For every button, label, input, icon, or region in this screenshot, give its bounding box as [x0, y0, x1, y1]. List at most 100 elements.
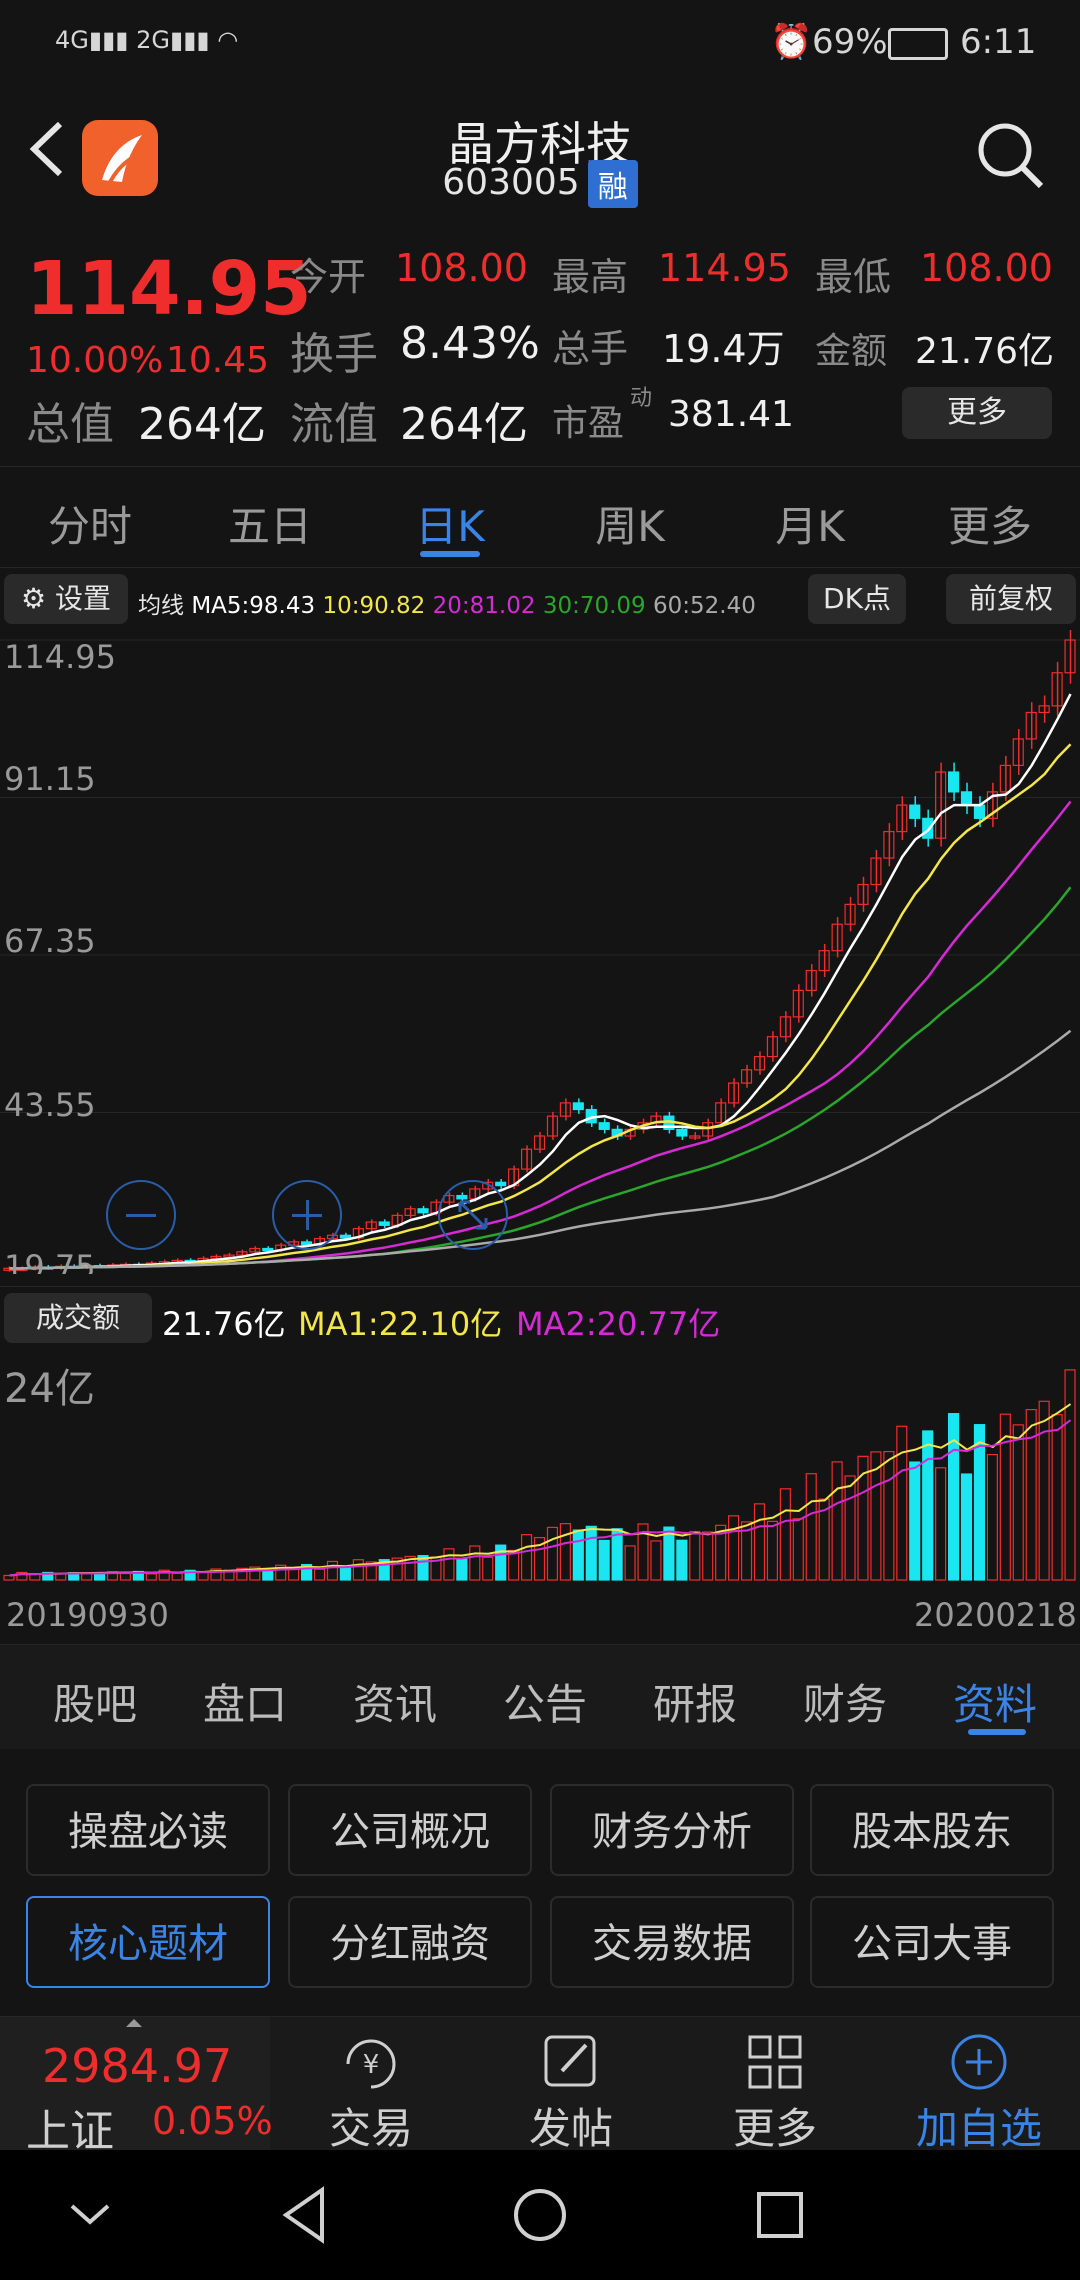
volume-bar — [1012, 1424, 1024, 1581]
adjust-button[interactable]: 前复权 — [946, 574, 1076, 624]
nav-collapse-icon[interactable] — [60, 2190, 120, 2240]
post-icon[interactable] — [540, 2031, 602, 2093]
ma10-value: 10:90.82 — [322, 593, 426, 619]
add-watchlist-icon[interactable] — [946, 2029, 1012, 2095]
volume-bar — [624, 1545, 636, 1581]
more-grid-icon[interactable] — [744, 2031, 806, 2093]
volume-bar — [598, 1539, 610, 1581]
amount-value: 21.76亿 — [915, 331, 1055, 372]
volume-bar — [1051, 1414, 1063, 1581]
trade-icon[interactable]: ¥ — [336, 2029, 406, 2099]
ma-values: 均线 MA5:98.43 10:90.82 20:81.02 30:70.09 … — [138, 586, 756, 620]
candle-body — [676, 1128, 688, 1137]
zoom-out-icon[interactable] — [106, 1180, 176, 1250]
card-company-overview[interactable]: 公司概况 — [288, 1784, 532, 1876]
add-watchlist-label[interactable]: 加自选 — [904, 2095, 1054, 2156]
volume-bar — [29, 1573, 41, 1581]
card-dividends[interactable]: 分红融资 — [288, 1896, 532, 1988]
volume-type-button[interactable]: 成交额 — [4, 1293, 152, 1343]
tab-research[interactable]: 研报 — [630, 1671, 760, 1732]
index-change: 0.05% — [152, 2099, 273, 2143]
volume-bar — [753, 1503, 766, 1581]
tab-daily-k[interactable]: 日K — [390, 493, 510, 554]
ma10-line — [9, 743, 1072, 1270]
price-axis-label: 43.55 — [4, 1086, 96, 1124]
mktcap-value: 264亿 — [138, 399, 266, 450]
turnover-label: 换手 — [290, 329, 378, 380]
card-shareholders[interactable]: 股本股东 — [810, 1784, 1054, 1876]
price-axis-label: 114.95 — [4, 638, 116, 676]
dk-point-button[interactable]: DK点 — [808, 574, 906, 624]
tab-news[interactable]: 资讯 — [330, 1671, 460, 1732]
volume-bar — [986, 1453, 998, 1581]
price-axis-label: 67.35 — [4, 922, 96, 960]
candle-body — [948, 771, 960, 793]
clock: 6:11 — [960, 22, 1037, 62]
search-icon[interactable] — [975, 120, 1045, 190]
card-company-events[interactable]: 公司大事 — [810, 1896, 1054, 1988]
zoom-in-icon[interactable] — [272, 1180, 342, 1250]
tab-timeshare[interactable]: 分时 — [30, 493, 150, 554]
candle-body — [262, 1247, 274, 1252]
volume-bar — [676, 1539, 688, 1581]
fullscreen-icon[interactable] — [438, 1180, 508, 1250]
tab-announcements[interactable]: 公告 — [480, 1671, 610, 1732]
volume-bar — [339, 1567, 351, 1581]
candle-body — [572, 1102, 584, 1111]
volume-amount: 21.76亿 — [162, 1305, 286, 1343]
change-value: 10.45 — [166, 340, 270, 381]
open-label: 今开 — [290, 255, 367, 299]
candle-body — [417, 1208, 429, 1214]
status-bar: 4G▮▮▮ 2G▮▮▮ ◠ ⏰ 69% 6:11 — [0, 0, 1080, 90]
volume-bar — [689, 1530, 701, 1581]
tab-forum[interactable]: 股吧 — [30, 1671, 160, 1732]
volume-bar — [559, 1523, 571, 1581]
tab-more-periods[interactable]: 更多 — [930, 493, 1050, 554]
tab-profile[interactable]: 资料 — [930, 1671, 1060, 1732]
tab-finance[interactable]: 财务 — [780, 1671, 910, 1732]
info-cards: 操盘必读 公司概况 财务分析 股本股东 核心题材 分红融资 交易数据 公司大事 — [0, 1752, 1080, 2016]
tab-five-day[interactable]: 五日 — [210, 493, 330, 554]
volume-bar — [352, 1559, 364, 1581]
bottom-bar: 2984.97 上证 0.05% ¥ 交易 发帖 更多 加自选 — [0, 2016, 1080, 2157]
battery-percent: 69% — [812, 22, 888, 62]
stock-code: 603005 — [442, 162, 580, 203]
volume-bar — [611, 1528, 623, 1581]
volume-bar — [443, 1548, 455, 1581]
volume-bar — [546, 1526, 559, 1581]
card-trading-data[interactable]: 交易数据 — [550, 1896, 794, 1988]
ma-legend-bar: ⚙ 设置 均线 MA5:98.43 10:90.82 20:81.02 30:7… — [0, 570, 1080, 630]
volume-bar — [119, 1572, 131, 1581]
volume-bar — [948, 1413, 960, 1581]
volume-chart[interactable]: 24亿 — [0, 1350, 1080, 1585]
date-end: 20200218 — [914, 1596, 1077, 1634]
card-core-themes[interactable]: 核心题材 — [26, 1896, 270, 1988]
open-value: 108.00 — [395, 246, 528, 290]
card-trading-guide[interactable]: 操盘必读 — [26, 1784, 270, 1876]
post-label[interactable]: 发帖 — [496, 2095, 646, 2156]
card-financial-analysis[interactable]: 财务分析 — [550, 1784, 794, 1876]
volume-bar — [1064, 1369, 1076, 1581]
tab-weekly-k[interactable]: 周K — [570, 493, 690, 554]
nav-recent-icon[interactable] — [745, 2180, 815, 2250]
price-axis-label: 19.75 — [4, 1248, 96, 1274]
index-ticker[interactable]: 2984.97 上证 0.05% — [0, 2017, 273, 2157]
candle-body — [339, 1234, 351, 1239]
kline-chart[interactable]: 114.95 91.15 67.35 43.55 19.75 — [0, 628, 1080, 1282]
volume-ma2: MA2:20.77亿 — [516, 1305, 721, 1343]
trade-label[interactable]: 交易 — [296, 2095, 446, 2156]
price-axis-label: 91.15 — [4, 760, 96, 798]
date-start: 20190930 — [6, 1596, 169, 1634]
nav-back-icon[interactable] — [270, 2180, 340, 2250]
header: 晶方科技 603005 融 — [0, 90, 1080, 220]
kline-svg — [0, 628, 1080, 1272]
nav-home-icon[interactable] — [505, 2180, 575, 2250]
ma60-value: 60:52.40 — [653, 593, 756, 619]
low-value: 108.00 — [920, 246, 1053, 290]
expand-up-icon — [126, 2019, 142, 2027]
tab-monthly-k[interactable]: 月K — [750, 493, 870, 554]
more-label[interactable]: 更多 — [700, 2095, 850, 2156]
more-quote-button[interactable]: 更多 — [902, 387, 1052, 439]
tab-orderbook[interactable]: 盘口 — [180, 1671, 310, 1732]
settings-button[interactable]: ⚙ 设置 — [4, 574, 128, 624]
